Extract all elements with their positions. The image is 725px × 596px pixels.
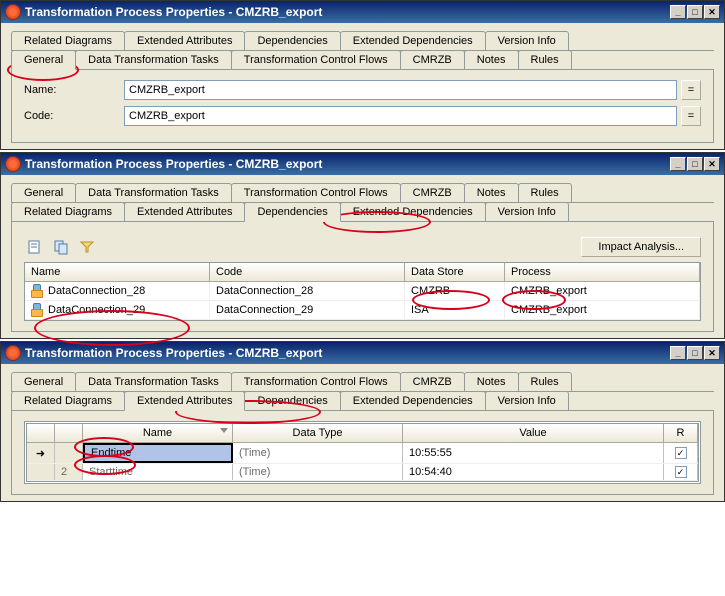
window-title: Transformation Process Properties - CMZR… (25, 157, 670, 171)
maximize-button[interactable]: □ (687, 346, 703, 360)
code-label: Code: (24, 110, 124, 122)
grid-row[interactable]: DataConnection_29 DataConnection_29 ISA … (25, 301, 700, 320)
col-number (55, 424, 83, 442)
checkbox-r[interactable]: ✓ (675, 447, 687, 459)
window-title: Transformation Process Properties - CMZR… (25, 346, 670, 360)
tab-data-transformation-tasks[interactable]: Data Transformation Tasks (75, 183, 232, 202)
tab-cmrzb[interactable]: CMRZB (400, 50, 465, 69)
tabs-row-2: Related Diagrams Extended Attributes Dep… (11, 202, 714, 222)
tabs-row-1: General Data Transformation Tasks Transf… (11, 183, 714, 203)
col-value[interactable]: Value (403, 424, 664, 442)
titlebar[interactable]: Transformation Process Properties - CMZR… (1, 342, 724, 364)
window-extended-attributes: Transformation Process Properties - CMZR… (0, 341, 725, 502)
tab-related-diagrams[interactable]: Related Diagrams (11, 391, 125, 410)
minimize-button[interactable]: _ (670, 5, 686, 19)
tab-content-general: Name: = Code: = (11, 70, 714, 143)
tab-rules[interactable]: Rules (518, 372, 572, 391)
cell-name-selected: Endtime (83, 443, 233, 463)
tab-related-diagrams[interactable]: Related Diagrams (11, 31, 125, 50)
name-label: Name: (24, 84, 124, 96)
connection-icon (31, 303, 45, 317)
grid-row[interactable]: 2 Starttime (Time) 10:54:40 ✓ (27, 464, 698, 481)
grid-row[interactable]: DataConnection_28 DataConnection_28 CMZR… (25, 282, 700, 301)
tab-version-info[interactable]: Version Info (485, 202, 569, 221)
tab-version-info[interactable]: Version Info (485, 391, 569, 410)
code-input[interactable] (124, 106, 677, 126)
tabs-row-2: Related Diagrams Extended Attributes Dep… (11, 391, 714, 411)
tab-dependencies[interactable]: Dependencies (244, 391, 340, 410)
minimize-button[interactable]: _ (670, 346, 686, 360)
window-dependencies: Transformation Process Properties - CMZR… (0, 152, 725, 339)
current-row-indicator-icon (36, 447, 45, 460)
minimize-button[interactable]: _ (670, 157, 686, 171)
name-input[interactable] (124, 80, 677, 100)
tab-content-extended-attributes: Name Data Type Value R Endtime (Time) 10… (11, 411, 714, 495)
window-title: Transformation Process Properties - CMZR… (25, 5, 670, 19)
tab-extended-attributes[interactable]: Extended Attributes (124, 391, 245, 411)
extended-attributes-grid: Name Data Type Value R Endtime (Time) 10… (26, 423, 699, 482)
tab-content-dependencies: Impact Analysis... Name Code Data Store … (11, 222, 714, 332)
tab-extended-attributes[interactable]: Extended Attributes (124, 31, 245, 50)
tab-data-transformation-tasks[interactable]: Data Transformation Tasks (75, 372, 232, 391)
col-data-type[interactable]: Data Type (233, 424, 403, 442)
tab-extended-dependencies[interactable]: Extended Dependencies (340, 391, 486, 410)
tab-transformation-control-flows[interactable]: Transformation Control Flows (231, 372, 401, 391)
col-r[interactable]: R (664, 424, 698, 442)
code-eq-button[interactable]: = (681, 106, 701, 126)
tab-transformation-control-flows[interactable]: Transformation Control Flows (231, 183, 401, 202)
col-name[interactable]: Name (25, 263, 210, 281)
col-code[interactable]: Code (210, 263, 405, 281)
checkbox-r[interactable]: ✓ (675, 466, 687, 478)
toolbar: Impact Analysis... (24, 232, 701, 262)
close-button[interactable]: ✕ (704, 157, 720, 171)
filter-icon[interactable] (76, 236, 98, 258)
tab-dependencies[interactable]: Dependencies (244, 31, 340, 50)
tab-notes[interactable]: Notes (464, 372, 519, 391)
col-data-store[interactable]: Data Store (405, 263, 505, 281)
tab-notes[interactable]: Notes (464, 50, 519, 69)
app-icon (5, 156, 21, 172)
copy-icon[interactable] (50, 236, 72, 258)
titlebar[interactable]: Transformation Process Properties - CMZR… (1, 153, 724, 175)
tab-rules[interactable]: Rules (518, 50, 572, 69)
name-eq-button[interactable]: = (681, 80, 701, 100)
tabs-row-1: Related Diagrams Extended Attributes Dep… (11, 31, 714, 51)
tabs-row-2: General Data Transformation Tasks Transf… (11, 50, 714, 70)
tab-extended-dependencies[interactable]: Extended Dependencies (340, 202, 486, 221)
tab-general[interactable]: General (11, 372, 76, 391)
close-button[interactable]: ✕ (704, 346, 720, 360)
col-name[interactable]: Name (83, 424, 233, 442)
connection-icon (31, 284, 45, 298)
tab-general[interactable]: General (11, 183, 76, 202)
tab-cmrzb[interactable]: CMRZB (400, 372, 465, 391)
properties-icon[interactable] (24, 236, 46, 258)
grid-row[interactable]: Endtime (Time) 10:55:55 ✓ (27, 443, 698, 464)
tabs-row-1: General Data Transformation Tasks Transf… (11, 372, 714, 392)
tab-data-transformation-tasks[interactable]: Data Transformation Tasks (75, 50, 232, 69)
app-icon (5, 345, 21, 361)
tab-transformation-control-flows[interactable]: Transformation Control Flows (231, 50, 401, 69)
titlebar[interactable]: Transformation Process Properties - CMZR… (1, 1, 724, 23)
tab-cmrzb[interactable]: CMRZB (400, 183, 465, 202)
tab-extended-attributes[interactable]: Extended Attributes (124, 202, 245, 221)
tab-dependencies[interactable]: Dependencies (244, 202, 340, 222)
close-button[interactable]: ✕ (704, 5, 720, 19)
col-selector (27, 424, 55, 442)
tab-version-info[interactable]: Version Info (485, 31, 569, 50)
impact-analysis-button[interactable]: Impact Analysis... (581, 237, 701, 257)
maximize-button[interactable]: □ (687, 157, 703, 171)
window-general: Transformation Process Properties - CMZR… (0, 0, 725, 150)
tab-rules[interactable]: Rules (518, 183, 572, 202)
tab-general[interactable]: General (11, 50, 76, 70)
tab-related-diagrams[interactable]: Related Diagrams (11, 202, 125, 221)
sort-arrow-icon (220, 428, 228, 433)
tab-extended-dependencies[interactable]: Extended Dependencies (340, 31, 486, 50)
dependencies-grid: Name Code Data Store Process DataConnect… (24, 262, 701, 321)
maximize-button[interactable]: □ (687, 5, 703, 19)
app-icon (5, 4, 21, 20)
col-process[interactable]: Process (505, 263, 700, 281)
tab-notes[interactable]: Notes (464, 183, 519, 202)
